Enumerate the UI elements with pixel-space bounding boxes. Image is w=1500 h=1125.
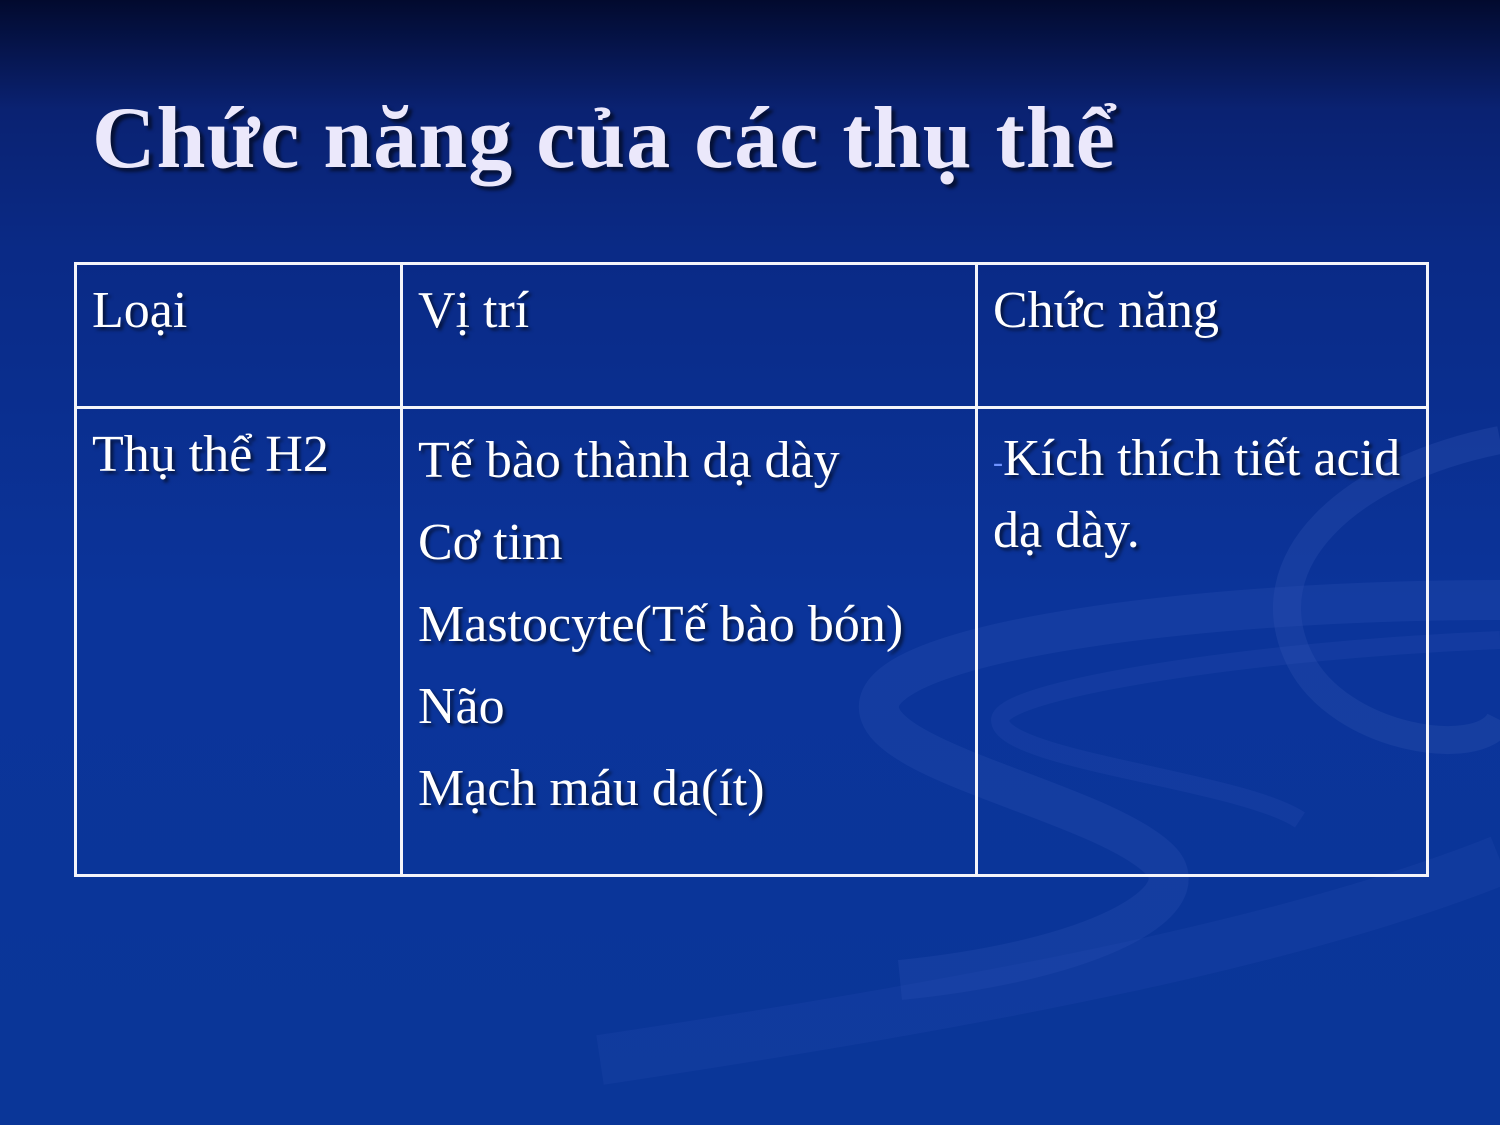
- location-item: Cơ tim: [418, 514, 563, 571]
- table-row: Thụ thể H2 Tế bào thành dạ dày Cơ tim Ma…: [74, 406, 1429, 877]
- cell-receptor-function: -Kích thích tiết acid dạ dày.: [975, 406, 1429, 877]
- function-description: Kích thích tiết acid dạ dày.: [993, 430, 1401, 560]
- header-cell-location: Vị trí: [400, 262, 978, 409]
- header-cell-type: Loại: [74, 262, 403, 409]
- slide-title: Chức năng của các thụ thể: [92, 90, 1116, 187]
- table-header-row: Loại Vị trí Chức năng: [74, 262, 1429, 409]
- cell-receptor-locations: Tế bào thành dạ dày Cơ tim Mastocyte(Tế …: [400, 406, 978, 877]
- location-item: Mastocyte(Tế bào bón): [418, 596, 904, 653]
- receptor-function-table: Loại Vị trí Chức năng Thụ thể H2 Tế bào …: [74, 262, 1429, 877]
- cell-receptor-type: Thụ thể H2: [74, 406, 403, 877]
- header-cell-function: Chức năng: [975, 262, 1429, 409]
- function-text-block: -Kích thích tiết acid dạ dày.: [993, 425, 1412, 565]
- slide: { "slide": { "title": "Chức năng của các…: [0, 0, 1500, 1125]
- location-item: Não: [418, 678, 505, 735]
- location-item: Tế bào thành dạ dày: [418, 432, 840, 489]
- location-item: Mạch máu da(ít): [418, 760, 765, 817]
- bullet-dash: -: [993, 446, 1003, 480]
